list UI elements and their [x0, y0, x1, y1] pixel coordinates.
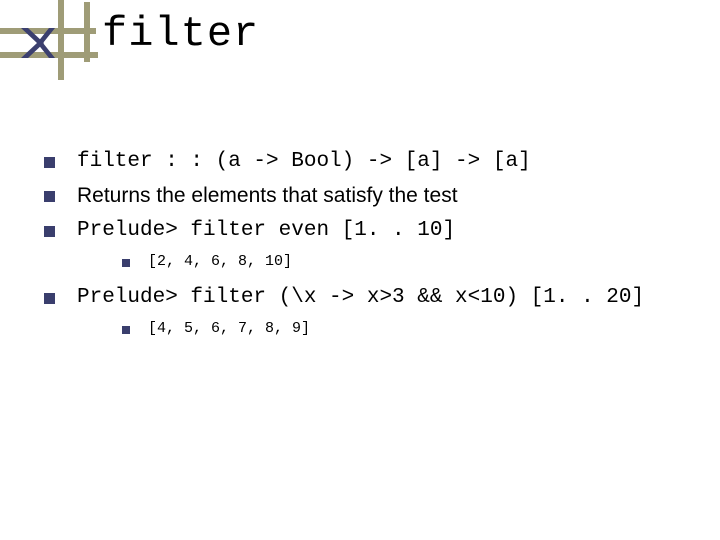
bullet-icon — [44, 191, 55, 202]
sub-bullet: [4, 5, 6, 7, 8, 9] — [122, 320, 684, 337]
sub-bullet: [2, 4, 6, 8, 10] — [122, 253, 684, 270]
bullet: Returns the elements that satisfy the te… — [44, 182, 684, 210]
bullet: filter : : (a -> Bool) -> [a] -> [a] — [44, 148, 684, 176]
bullet-text: [4, 5, 6, 7, 8, 9] — [148, 320, 310, 337]
bullet-text: Returns the elements that satisfy the te… — [77, 182, 458, 210]
bullet: Prelude> filter even [1. . 10] — [44, 217, 684, 245]
bullet-icon — [44, 226, 55, 237]
logo-chevron-icon — [21, 28, 55, 58]
slide-title: filter — [102, 10, 259, 58]
bullet-icon — [44, 157, 55, 168]
bullet-text: [2, 4, 6, 8, 10] — [148, 253, 292, 270]
slide-body: filter : : (a -> Bool) -> [a] -> [a] Ret… — [44, 148, 684, 351]
bullet-text: filter : : (a -> Bool) -> [a] -> [a] — [77, 148, 531, 176]
bullet-icon — [122, 259, 130, 267]
bullet-icon — [122, 326, 130, 334]
bullet-icon — [44, 293, 55, 304]
bullet-text: Prelude> filter (\x -> x>3 && x<10) [1. … — [77, 284, 644, 312]
bullet-text: Prelude> filter even [1. . 10] — [77, 217, 455, 245]
bullet: Prelude> filter (\x -> x>3 && x<10) [1. … — [44, 284, 684, 312]
